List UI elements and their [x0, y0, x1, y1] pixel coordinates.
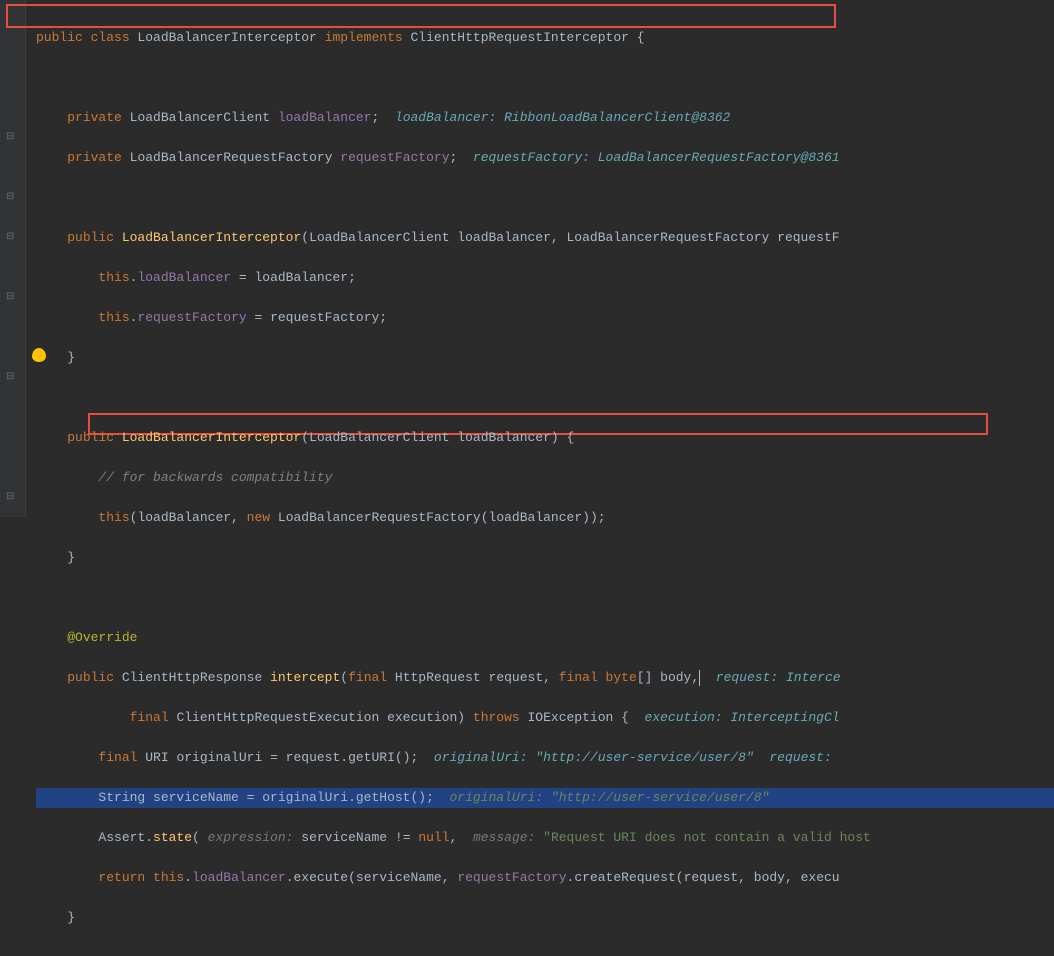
- code-line-current[interactable]: String serviceName = originalUri.getHost…: [36, 788, 1054, 808]
- code-line[interactable]: public class LoadBalancerInterceptor imp…: [36, 28, 1054, 48]
- code-line[interactable]: public ClientHttpResponse intercept(fina…: [36, 668, 1054, 688]
- code-line[interactable]: [36, 588, 1054, 608]
- code-line[interactable]: }: [36, 348, 1054, 368]
- code-line[interactable]: @Override: [36, 628, 1054, 648]
- code-line[interactable]: public LoadBalancerInterceptor(LoadBalan…: [36, 228, 1054, 248]
- code-line[interactable]: this.requestFactory = requestFactory;: [36, 308, 1054, 328]
- code-editor[interactable]: public class LoadBalancerInterceptor imp…: [0, 0, 1054, 956]
- code-line[interactable]: final URI originalUri = request.getURI()…: [36, 748, 1054, 768]
- code-line[interactable]: Assert.state( expression: serviceName !=…: [36, 828, 1054, 848]
- code-line[interactable]: // for backwards compatibility: [36, 468, 1054, 488]
- code-line[interactable]: [36, 388, 1054, 408]
- debug-inline-value: loadBalancer: RibbonLoadBalancerClient@8…: [395, 110, 730, 125]
- debug-inline-value: request: Interce: [700, 670, 840, 685]
- code-line[interactable]: return this.loadBalancer.execute(service…: [36, 868, 1054, 888]
- code-line[interactable]: private LoadBalancerClient loadBalancer;…: [36, 108, 1054, 128]
- code-line[interactable]: [36, 68, 1054, 88]
- code-line[interactable]: private LoadBalancerRequestFactory reque…: [36, 148, 1054, 168]
- param-hint: message:: [473, 830, 543, 845]
- code-line[interactable]: }: [36, 908, 1054, 928]
- debug-inline-value: originalUri: "http://user-service/user/8…: [434, 750, 840, 765]
- code-area[interactable]: public class LoadBalancerInterceptor imp…: [36, 8, 1054, 948]
- debug-inline-value: requestFactory: LoadBalancerRequestFacto…: [473, 150, 840, 165]
- code-line[interactable]: final ClientHttpRequestExecution executi…: [36, 708, 1054, 728]
- code-line[interactable]: [36, 188, 1054, 208]
- debug-inline-value: originalUri: "http://user-service/user/8…: [449, 790, 769, 805]
- param-hint: expression:: [208, 830, 302, 845]
- code-line[interactable]: this(loadBalancer, new LoadBalancerReque…: [36, 508, 1054, 528]
- code-line[interactable]: }: [36, 548, 1054, 568]
- code-line[interactable]: public LoadBalancerInterceptor(LoadBalan…: [36, 428, 1054, 448]
- debug-inline-value: execution: InterceptingCl: [645, 710, 840, 725]
- code-line[interactable]: this.loadBalancer = loadBalancer;: [36, 268, 1054, 288]
